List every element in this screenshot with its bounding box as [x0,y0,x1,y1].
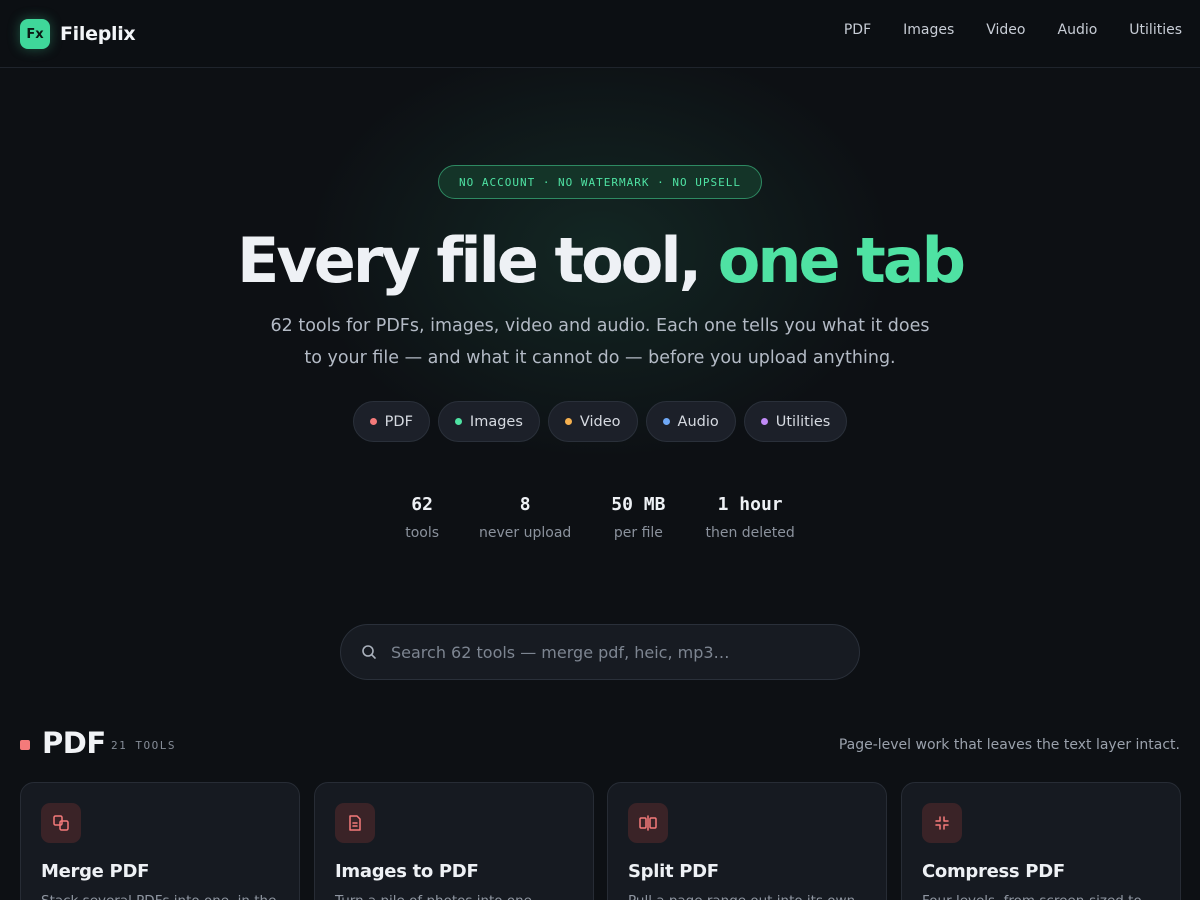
compress-icon [922,803,962,843]
chip-label: Images [469,413,523,430]
card-description: Stack several PDFs into one, in the orde… [41,891,281,900]
chip-utilities[interactable]: Utilities [743,401,848,442]
audio-dot-icon [662,418,670,425]
tool-card-split-pdf[interactable]: Split PDF Pull a page range out into its… [607,782,887,900]
card-description: Pull a page range out into its own file. [628,891,868,900]
merge-icon [41,803,81,843]
stat-value: 62 [411,494,433,515]
nav-link-utilities[interactable]: Utilities [1129,22,1182,38]
logo-mark-icon: Fx [20,19,50,49]
search-input[interactable] [391,642,831,662]
chip-video[interactable]: Video [547,401,638,442]
stat-tools: 62 tools [405,494,439,541]
document-icon [335,803,375,843]
section-title: PDF [42,726,106,760]
headline-main: Every file tool, [237,224,702,297]
chip-label: Audio [677,413,719,430]
stats-row: 62 tools 8 never upload 50 MB per file 1… [0,494,1200,541]
stat-never-upload: 8 never upload [479,494,571,541]
nav-link-pdf[interactable]: PDF [844,22,871,38]
card-title: Compress PDF [922,861,1065,882]
stat-file-size: 50 MB per file [611,494,665,541]
feature-badge: NO ACCOUNT · NO WATERMARK · NO UPSELL [438,165,762,199]
stat-label: per file [613,525,663,541]
main-nav: PDF Images Video Audio Utilities [812,22,1182,38]
stat-label: never upload [479,525,572,541]
hero-subtitle: 62 tools for PDFs, images, video and aud… [270,316,930,368]
brand-name: Fileplix [60,23,136,45]
chip-label: Utilities [775,413,831,430]
stat-value: 1 hour [717,494,783,515]
card-title: Split PDF [628,861,719,882]
pdf-dot-icon [369,418,377,425]
search-bar[interactable] [340,624,860,680]
video-dot-icon [564,418,572,425]
section-color-dot [20,740,30,750]
tool-card-compress-pdf[interactable]: Compress PDF Four levels, from screen-si… [901,782,1181,900]
section-header-pdf: PDF 21 TOOLS Page-level work that leaves… [20,726,1180,766]
card-description: Four levels, from screen-sized to print. [922,891,1162,900]
card-description: Turn a pile of photos into one document. [335,891,575,900]
top-navbar: Fx Fileplix PDF Images Video Audio Utili… [0,0,1200,68]
stat-value: 8 [519,494,531,515]
card-title: Images to PDF [335,861,479,882]
nav-link-images[interactable]: Images [903,22,954,38]
brand-logo[interactable]: Fx Fileplix [20,19,136,49]
chip-audio[interactable]: Audio [645,401,736,442]
stat-label: then deleted [705,525,795,541]
split-icon [628,803,668,843]
nav-link-video[interactable]: Video [986,22,1025,38]
category-chips: PDF Images Video Audio Utilities [0,401,1200,442]
tool-card-merge-pdf[interactable]: Merge PDF Stack several PDFs into one, i… [20,782,300,900]
utilities-dot-icon [760,418,768,425]
section-description: Page-level work that leaves the text lay… [838,737,1180,753]
card-title: Merge PDF [41,861,150,882]
images-dot-icon [454,418,462,425]
chip-label: Video [579,413,621,430]
stat-retention: 1 hour then deleted [705,494,794,541]
chip-images[interactable]: Images [437,401,540,442]
stat-label: tools [405,525,440,541]
tool-card-images-to-pdf[interactable]: Images to PDF Turn a pile of photos into… [314,782,594,900]
hero-headline: Every file tool, one tab [0,224,1200,297]
section-tool-count: 21 TOOLS [111,739,176,752]
stat-value: 50 MB [611,494,666,515]
headline-accent: one tab [717,224,966,297]
chip-pdf[interactable]: PDF [352,401,430,442]
nav-link-audio[interactable]: Audio [1058,22,1098,38]
chip-label: PDF [384,413,413,430]
search-icon [362,645,376,659]
